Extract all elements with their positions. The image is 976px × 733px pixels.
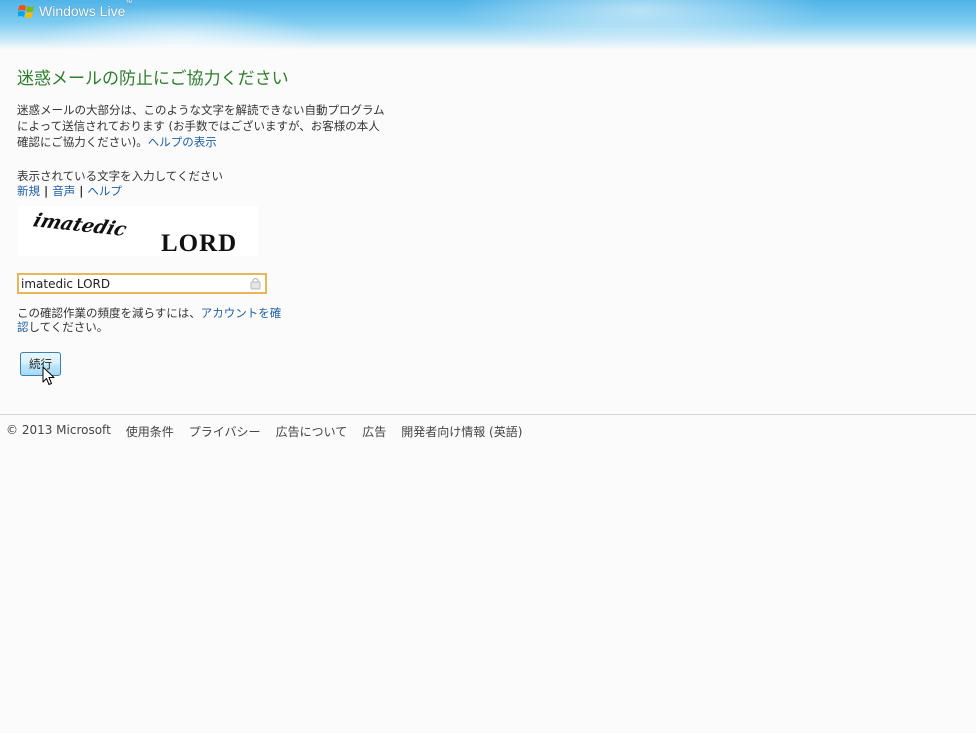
footer: © 2013 Microsoft 使用条件 プライバシー 広告について 広告 開… — [6, 423, 522, 440]
footer-link-developers[interactable]: 開発者向け情報 (英語) — [401, 423, 522, 440]
audio-captcha-link[interactable]: 音声 — [52, 184, 75, 198]
description-text: 迷惑メールの大部分は、このような文字を解読できない自動プログラムによって送信され… — [17, 102, 387, 150]
captcha-input-box[interactable] — [17, 273, 267, 294]
footer-link-ads[interactable]: 広告 — [362, 423, 386, 440]
brand-name: Windows Live — [39, 3, 126, 19]
help-display-link[interactable]: ヘルプの表示 — [148, 135, 217, 149]
captcha-prompt: 表示されている文字を入力してください — [17, 169, 223, 183]
brand-text: Windows Live™ — [39, 0, 133, 19]
windows-logo-icon — [18, 5, 34, 18]
captcha-image: imatedic LORD — [18, 206, 258, 256]
trademark-mark: ™ — [125, 0, 133, 8]
footer-link-about-ads[interactable]: 広告について — [276, 423, 348, 440]
page-title: 迷惑メールの防止にご協力ください — [17, 69, 289, 89]
verification-note: この確認作業の頻度を減らすには、アカウントを確認してください。 — [17, 306, 292, 334]
copyright-text: © 2013 Microsoft — [6, 423, 111, 437]
header-banner: Windows Live™ — [0, 0, 976, 50]
note-text-after: してください。 — [28, 320, 109, 334]
captcha-word-1: imatedic — [31, 209, 131, 241]
captcha-input[interactable] — [19, 275, 251, 292]
note-text-before: この確認作業の頻度を減らすには、 — [17, 306, 201, 320]
windows-live-brand[interactable]: Windows Live™ — [18, 0, 133, 19]
keyboard-lock-icon[interactable] — [249, 276, 263, 290]
footer-link-privacy[interactable]: プライバシー — [189, 423, 261, 440]
captcha-graphic: imatedic LORD — [31, 209, 237, 256]
captcha-options: 新規 | 音声 | ヘルプ — [17, 183, 122, 199]
mouse-cursor-icon — [42, 366, 55, 385]
captcha-help-link[interactable]: ヘルプ — [87, 184, 122, 198]
separator: | — [79, 184, 84, 198]
new-captcha-link[interactable]: 新規 — [17, 184, 40, 198]
captcha-word-2: LORD — [161, 230, 237, 256]
footer-divider — [0, 414, 976, 415]
footer-link-terms[interactable]: 使用条件 — [126, 423, 174, 440]
separator: | — [44, 184, 49, 198]
